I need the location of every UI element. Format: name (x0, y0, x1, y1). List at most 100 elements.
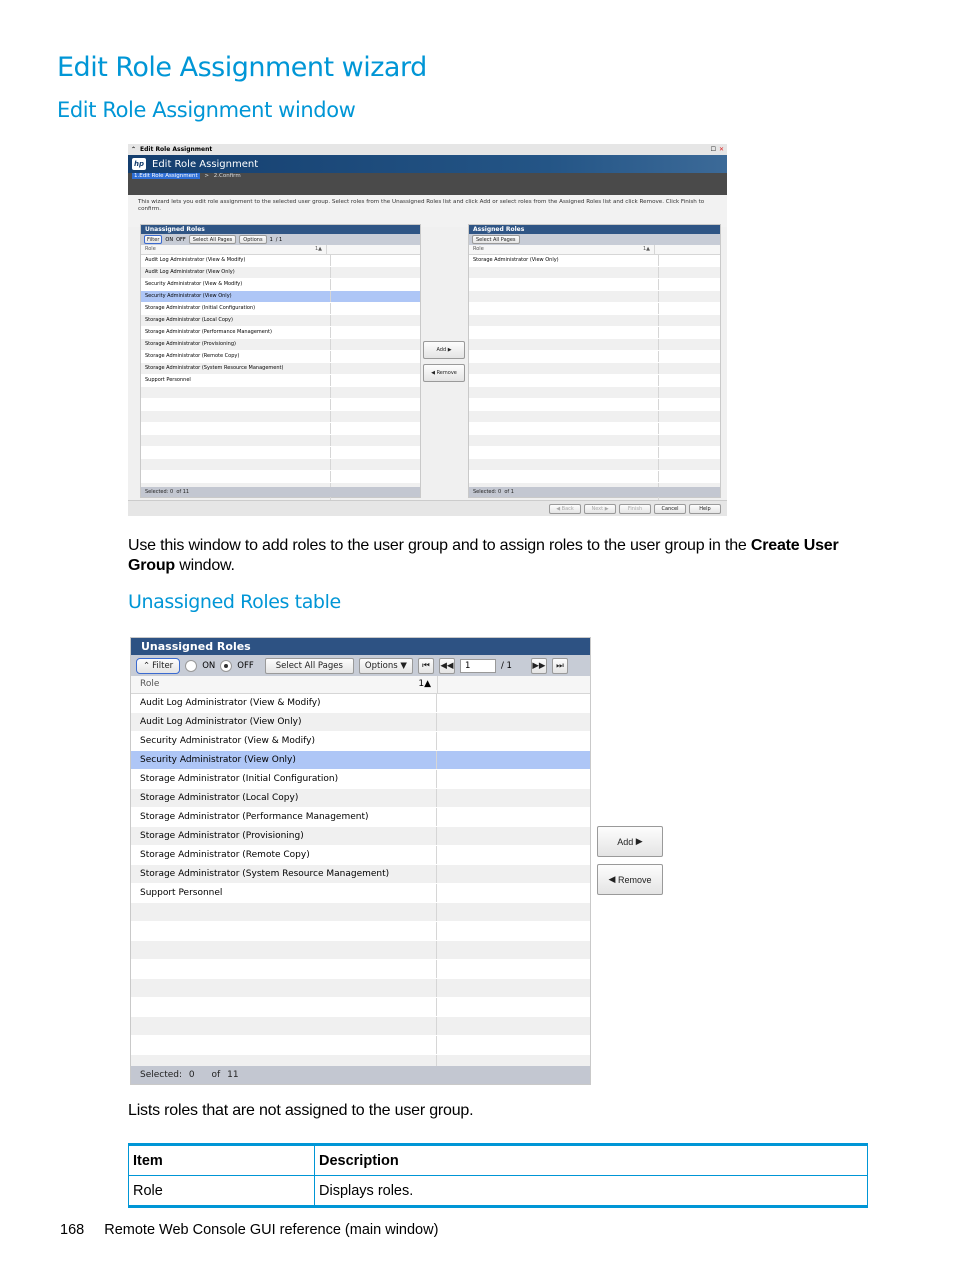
selected-count: 0 (188, 1070, 195, 1080)
role-cell (469, 387, 659, 398)
table-row[interactable]: Audit Log Administrator (View Only) (131, 713, 590, 732)
chevron-down-icon: ▼ (400, 660, 407, 671)
select-all-pages-button[interactable]: Select All Pages (264, 657, 354, 674)
options-button[interactable]: Options ▼ (358, 657, 413, 674)
empty-row (469, 435, 720, 447)
table-row[interactable]: Storage Administrator (Remote Copy) (131, 846, 590, 865)
empty-cell (437, 884, 590, 902)
table-row[interactable]: Storage Administrator (Initial Configura… (131, 770, 590, 789)
back-button[interactable]: ◀ Back (549, 504, 581, 514)
table-row[interactable]: Storage Administrator (Performance Manag… (141, 327, 420, 339)
empty-row (469, 375, 720, 387)
filter-on-radio[interactable] (185, 659, 198, 672)
table-row[interactable]: Support Personnel (131, 884, 590, 903)
empty-row (469, 303, 720, 315)
table-row[interactable]: Security Administrator (View & Modify) (141, 279, 420, 291)
role-cell: Storage Administrator (Initial Configura… (141, 303, 331, 314)
assigned-roles-panel: Assigned Roles Select All Pages Role 1▲ St… (468, 224, 721, 507)
step-separator: > (204, 173, 209, 179)
table-row[interactable]: Storage Administrator (Provisioning) (131, 827, 590, 846)
mini-select-all-button[interactable]: Select All Pages (188, 235, 237, 244)
table-row[interactable]: Audit Log Administrator (View & Modify) (141, 255, 420, 267)
table-row: Role Displays roles. (128, 1175, 868, 1207)
mini-unassigned-footer: Selected: 0 of 11 (141, 487, 420, 497)
role-column-header[interactable]: Role 1▲ (141, 245, 327, 254)
role-cell: Storage Administrator (Local Copy) (131, 789, 437, 807)
table-row[interactable]: Security Administrator (View Only) (141, 291, 420, 303)
item-description-table: Item Description Role Displays roles. (128, 1143, 868, 1208)
table-row[interactable]: Storage Administrator (View Only) (469, 255, 720, 267)
next-button[interactable]: Next ▶ (584, 504, 616, 514)
empty-row (141, 459, 420, 471)
finish-button[interactable]: Finish (619, 504, 651, 514)
empty-row (131, 922, 590, 941)
add-button[interactable]: Add ▶ (597, 826, 663, 857)
empty-cell (331, 411, 420, 422)
collapse-icon[interactable]: ⌃ (131, 146, 136, 153)
empty-cell (331, 351, 420, 362)
table-row[interactable]: Audit Log Administrator (View Only) (141, 267, 420, 279)
mini-filter-off[interactable]: OFF (176, 237, 186, 243)
empty-cell (331, 375, 420, 386)
empty-cell (331, 339, 420, 350)
table-row[interactable]: Storage Administrator (System Resource M… (131, 865, 590, 884)
mini-filter-button[interactable]: Filter (144, 235, 163, 244)
maximize-icon[interactable]: ☐ (711, 146, 716, 153)
table-row[interactable]: Storage Administrator (System Resource M… (141, 363, 420, 375)
role-cell: Storage Administrator (Performance Manag… (141, 327, 331, 338)
unassigned-roles-footer: Selected: 0 of 11 (131, 1066, 590, 1084)
filter-off-radio[interactable] (220, 659, 233, 672)
mini-page-input[interactable]: 1 (270, 237, 273, 243)
table-row[interactable]: Storage Administrator (Performance Manag… (131, 808, 590, 827)
empty-row (141, 387, 420, 399)
role-cell (131, 903, 437, 921)
last-page-button[interactable]: ⏭ (551, 657, 568, 674)
header-description: Description (314, 1144, 868, 1176)
first-page-button[interactable]: ⏮ (417, 657, 434, 674)
page-title: Edit Role Assignment wizard (57, 52, 427, 83)
role-cell: Audit Log Administrator (View Only) (131, 713, 437, 731)
role-cell (469, 435, 659, 446)
role-cell: Storage Administrator (Local Copy) (141, 315, 331, 326)
role-cell: Security Administrator (View Only) (141, 291, 331, 302)
table-row[interactable]: Security Administrator (View Only) (131, 751, 590, 770)
assigned-select-all-button[interactable]: Select All Pages (472, 235, 520, 244)
mini-add-button[interactable]: Add ▶ (423, 341, 465, 359)
mini-filter-on[interactable]: ON (165, 237, 173, 243)
empty-cell (331, 387, 420, 398)
table-row[interactable]: Storage Administrator (Provisioning) (141, 339, 420, 351)
mini-remove-button[interactable]: ◀ Remove (423, 364, 465, 382)
filter-button[interactable]: ⌃ Filter (136, 657, 181, 674)
cancel-button[interactable]: Cancel (654, 504, 686, 514)
mini-options-button[interactable]: Options (239, 235, 267, 244)
role-cell (141, 423, 331, 434)
table-row[interactable]: Storage Administrator (Local Copy) (131, 789, 590, 808)
role-cell (131, 1036, 437, 1054)
empty-cell (659, 279, 720, 290)
empty-cell (437, 960, 590, 978)
table-row[interactable]: Storage Administrator (Initial Configura… (141, 303, 420, 315)
remove-button[interactable]: ◀ Remove (597, 864, 663, 895)
subsection-title: Unassigned Roles table (128, 591, 341, 613)
window-titlebar: ⌃ Edit Role Assignment ☐ ✕ (128, 144, 727, 155)
role-column-header[interactable]: Role 1▲ (469, 245, 655, 254)
empty-row (469, 327, 720, 339)
role-cell: Audit Log Administrator (View & Modify) (141, 255, 331, 266)
table-row[interactable]: Support Personnel (141, 375, 420, 387)
close-icon[interactable]: ✕ (719, 146, 724, 153)
role-cell (469, 471, 659, 482)
table-row[interactable]: Audit Log Administrator (View & Modify) (131, 694, 590, 713)
mini-unassigned-toolbar: Filter ON OFF Select All Pages Options 1… (141, 234, 420, 245)
role-cell (131, 922, 437, 940)
table-row[interactable]: Storage Administrator (Local Copy) (141, 315, 420, 327)
table-row[interactable]: Storage Administrator (Remote Copy) (141, 351, 420, 363)
empty-row (141, 447, 420, 459)
role-cell (469, 459, 659, 470)
table-row[interactable]: Security Administrator (View & Modify) (131, 732, 590, 751)
empty-cell (437, 846, 590, 864)
page-input[interactable]: 1 (459, 658, 496, 673)
role-column-header[interactable]: Role 1▲ (131, 676, 438, 693)
help-button[interactable]: Help (689, 504, 721, 514)
next-page-button[interactable]: ▶▶ (530, 657, 547, 674)
prev-page-button[interactable]: ◀◀ (438, 657, 455, 674)
